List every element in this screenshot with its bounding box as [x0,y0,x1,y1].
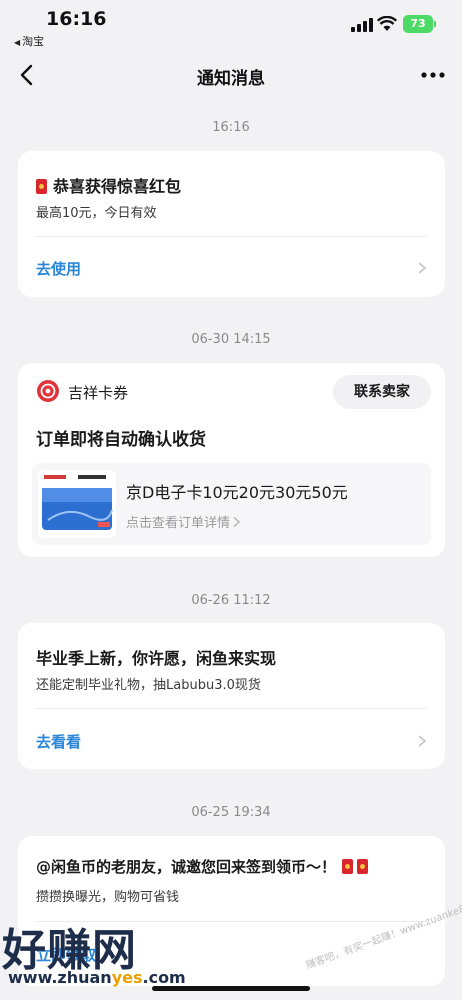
nav-bar: 通知消息 [0,52,462,98]
view-order-details-label: 点击查看订单详情 [126,516,231,531]
cellular-signal-icon [351,18,373,32]
use-now-link[interactable]: 去使用 [36,258,81,279]
red-packet-icon [342,859,354,874]
message-timestamp: 06-26 11:12 [191,593,271,608]
message-subtitle: 最高10元，今日有效 [36,206,157,221]
message-timestamp: 06-30 14:15 [191,332,271,347]
red-packet-icon [36,179,47,194]
back-app-label: 淘宝 [22,35,45,48]
wifi-icon [377,16,397,31]
message-title-row: @闲鱼币的老朋友，诚邀您回来签到领币～！ [36,856,374,877]
watermark-url: www.zhuanyes.com [8,968,186,987]
card-divider [36,236,427,237]
battery-icon: 73 [403,15,436,33]
site-watermark: 好赚网 www.zhuanyes.com [0,920,215,987]
status-time: 16:16 [46,8,107,30]
message-title: @闲鱼币的老朋友，诚邀您回来签到领币～！ [36,858,337,876]
product-thumbnail [38,470,116,538]
message-card-redpacket[interactable]: 恭喜获得惊喜红包 最高10元，今日有效 去使用 [18,151,445,297]
message-card-graduation[interactable]: 毕业季上新，你许愿，闲鱼来实现 还能定制毕业礼物，抽Labubu3.0现货 去看… [18,623,445,769]
message-subtitle: 还能定制毕业礼物，抽Labubu3.0现货 [36,678,261,693]
message-title-row: 恭喜获得惊喜红包 [36,173,181,197]
message-title: 毕业季上新，你许愿，闲鱼来实现 [36,649,277,668]
contact-seller-button[interactable]: 联系卖家 [333,375,431,409]
order-product-box[interactable]: 京D电子卡10元20元30元50元 点击查看订单详情 [32,463,431,545]
card-divider [36,708,427,709]
message-timestamp: 16:16 [212,120,250,135]
home-indicator[interactable] [152,986,310,991]
message-title: 订单即将自动确认收货 [36,430,206,450]
shop-name: 吉祥卡券 [68,384,129,402]
red-packet-icon [357,859,369,874]
message-title: 恭喜获得惊喜红包 [53,177,182,196]
chevron-right-icon [233,516,241,528]
status-bar: 16:16 ◀ 淘宝 73 [0,0,462,52]
message-card-order[interactable]: 吉祥卡券 联系卖家 订单即将自动确认收货 京D电子卡10元20元30元50元 点… [18,363,445,557]
page-title: 通知消息 [197,69,265,89]
chevron-right-icon [418,735,427,747]
back-triangle-icon: ◀ [14,38,21,47]
product-name: 京D电子卡10元20元30元50元 [126,483,348,502]
more-options-icon[interactable] [418,60,448,90]
message-subtitle: 攒攒换曝光，购物可省钱 [36,890,180,905]
shop-logo-icon [37,380,59,402]
go-see-link[interactable]: 去看看 [36,731,81,752]
message-timestamp: 06-25 19:34 [191,805,271,820]
chevron-right-icon [418,262,427,274]
view-order-details-link[interactable]: 点击查看订单详情 [126,512,241,531]
back-to-app-link[interactable]: ◀ 淘宝 [14,33,44,49]
